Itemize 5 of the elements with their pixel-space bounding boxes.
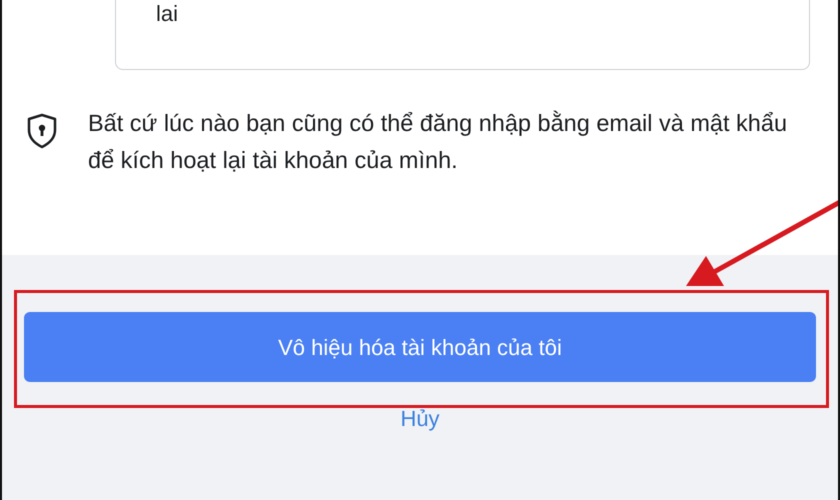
- deactivate-button[interactable]: Vô hiệu hóa tài khoản của tôi: [24, 312, 816, 382]
- shield-lock-icon: [26, 113, 58, 149]
- notice-text: Bất cứ lúc nào bạn cũng có thể đăng nhập bằng email và mật khẩu để kích hoạt lại tài khoản của mình.: [88, 109, 788, 175]
- option-text: lai: [156, 0, 180, 28]
- cancel-link[interactable]: Hủy: [396, 402, 444, 435]
